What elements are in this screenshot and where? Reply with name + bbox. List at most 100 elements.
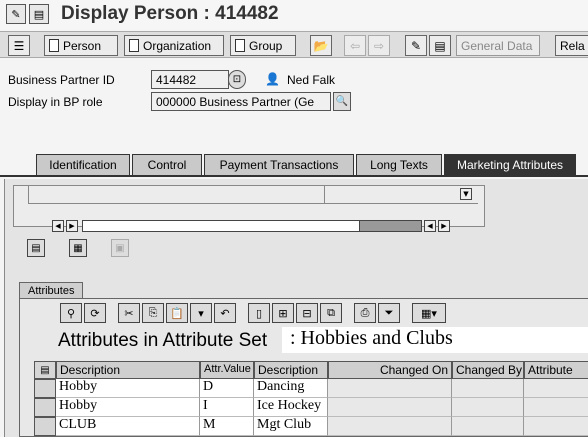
- table-cell-value-description: Ice Hockey: [254, 398, 328, 417]
- table-cell-attribute: [524, 379, 588, 398]
- person-button-label: Person: [63, 38, 102, 53]
- display-change-toggle-icon[interactable]: ✎: [405, 35, 427, 56]
- details-icon[interactable]: ▤: [27, 239, 45, 257]
- grid-row: [28, 188, 478, 204]
- scroll-down-icon[interactable]: ▼: [460, 188, 472, 200]
- row-selector[interactable]: [34, 379, 56, 398]
- table-cell-changed-on: [328, 417, 452, 436]
- paste-menu-icon[interactable]: ▾: [190, 303, 212, 323]
- table-cell-description: Hobby: [56, 398, 200, 417]
- table-cell-attr-value[interactable]: M: [200, 417, 254, 436]
- application-toolbar: ☰ Person Organization Group 📂 ⇦ ⇨ ✎ ▤ Ge…: [0, 31, 588, 58]
- other-object-icon[interactable]: ▤: [429, 35, 451, 56]
- disabled-action-icon[interactable]: ▣: [111, 239, 129, 257]
- attribute-set-grid: ▼ ◀ ▶ ◀ ▶: [13, 185, 485, 232]
- table-cell-attribute: [524, 417, 588, 436]
- document-list-icon[interactable]: ▦: [69, 239, 87, 257]
- attributes-section-tab[interactable]: Attributes: [19, 282, 84, 299]
- filter-funnel-icon[interactable]: ⏷: [378, 303, 400, 323]
- scroll-right-icon[interactable]: ▶: [438, 220, 450, 232]
- new-document-icon: [49, 39, 59, 52]
- refresh-icon[interactable]: ⟳: [84, 303, 106, 323]
- column-header-attr-value[interactable]: Attr.Value: [200, 361, 254, 379]
- next-arrow-icon[interactable]: ⇨: [368, 35, 390, 56]
- cut-icon[interactable]: ✂: [118, 303, 140, 323]
- tab-strip: Identification Control Payment Transacti…: [0, 122, 588, 177]
- general-data-button-label: General Data: [461, 38, 533, 53]
- tab-identification[interactable]: Identification: [36, 154, 130, 175]
- grid-divider: [28, 186, 29, 204]
- person-button[interactable]: Person: [44, 35, 118, 56]
- partner-name: Ned Falk: [287, 73, 336, 87]
- table-cell-changed-by: [452, 379, 524, 398]
- marketing-attributes-panel: ▼ ◀ ▶ ◀ ▶ ▤ ▦ ▣ Attributes ⚲ ⟳ ✂ ⎘ 📋 ▾ ↶…: [4, 179, 588, 437]
- attribute-set-value: : Hobbies and Clubs: [282, 327, 588, 353]
- table-cell-changed-by: [452, 417, 524, 436]
- search-icon[interactable]: 🔍: [333, 92, 351, 111]
- relationships-button[interactable]: Rela: [555, 35, 588, 56]
- new-document-icon: [129, 39, 139, 52]
- print-icon[interactable]: ⎙: [354, 303, 376, 323]
- title-icon-group: ✎ ▤: [6, 4, 49, 24]
- table-cell-description: Hobby: [56, 379, 200, 398]
- table-cell-changed-by: [452, 398, 524, 417]
- tab-long-texts[interactable]: Long Texts: [356, 154, 442, 175]
- layout-menu-icon[interactable]: ▦▾: [412, 303, 446, 323]
- grid-divider: [324, 186, 325, 204]
- page-title: Display Person : 414482: [61, 3, 279, 24]
- previous-arrow-icon[interactable]: ⇦: [344, 35, 366, 56]
- column-header-value-description[interactable]: Description: [254, 361, 328, 379]
- person-icon: 👤: [265, 72, 280, 86]
- table-cell-changed-on: [328, 379, 452, 398]
- open-details-icon[interactable]: ⊡: [228, 70, 246, 89]
- new-document-icon: [235, 39, 245, 52]
- column-header-changed-by[interactable]: Changed By: [452, 361, 524, 379]
- tab-marketing-attributes[interactable]: Marketing Attributes: [444, 154, 576, 175]
- new-entry-icon[interactable]: ▯: [248, 303, 270, 323]
- organization-button-label: Organization: [143, 38, 212, 53]
- bp-role-select[interactable]: 000000 Business Partner (Ge: [151, 92, 331, 111]
- undo-icon[interactable]: ↶: [214, 303, 236, 323]
- header-fields: Business Partner ID 414482 ⊡ 👤 Ned Falk …: [0, 60, 588, 122]
- bp-id-label: Business Partner ID: [8, 73, 115, 87]
- paste-icon[interactable]: 📋: [166, 303, 188, 323]
- display-change-icon[interactable]: ✎: [6, 4, 26, 24]
- column-header-description[interactable]: Description: [56, 361, 200, 379]
- horizontal-scrollbar[interactable]: [82, 220, 422, 232]
- insert-row-icon[interactable]: ⊞: [272, 303, 294, 323]
- organization-button[interactable]: Organization: [124, 35, 224, 56]
- table-cell-value-description: Dancing: [254, 379, 328, 398]
- tab-control[interactable]: Control: [132, 154, 202, 175]
- table-cell-changed-on: [328, 398, 452, 417]
- document-icon[interactable]: ▤: [29, 4, 49, 24]
- bp-role-label: Display in BP role: [8, 95, 103, 109]
- grid-title: Attributes in Attribute Set: [58, 330, 268, 351]
- group-button-label: Group: [249, 38, 283, 53]
- filter-icon[interactable]: ⚲: [60, 303, 82, 323]
- attributes-section: ⚲ ⟳ ✂ ⎘ 📋 ▾ ↶ ▯ ⊞ ⊟ ⧉ ⎙ ⏷ ▦▾ Attributes …: [19, 298, 588, 437]
- column-header-attribute[interactable]: Attribute: [524, 361, 588, 379]
- group-button[interactable]: Group: [230, 35, 296, 56]
- scroll-left-icon[interactable]: ◀: [424, 220, 436, 232]
- row-selector[interactable]: [34, 398, 56, 417]
- scrollbar-thumb[interactable]: [83, 221, 361, 231]
- table-cell-value-description: Mgt Club: [254, 417, 328, 436]
- table-cell-attr-value[interactable]: D: [200, 379, 254, 398]
- scroll-right-icon[interactable]: ▶: [66, 220, 78, 232]
- general-data-button[interactable]: General Data: [456, 35, 540, 56]
- row-selector[interactable]: [34, 417, 56, 436]
- delete-row-icon[interactable]: ⊟: [296, 303, 318, 323]
- duplicate-row-icon[interactable]: ⧉: [320, 303, 342, 323]
- table-cell-attr-value[interactable]: I: [200, 398, 254, 417]
- column-header-changed-on[interactable]: Changed On: [328, 361, 452, 379]
- scroll-left-icon[interactable]: ◀: [52, 220, 64, 232]
- table-cell-attribute: [524, 398, 588, 417]
- open-folder-icon[interactable]: 📂: [310, 35, 332, 56]
- select-all-icon[interactable]: ▤: [34, 361, 56, 379]
- bp-id-field[interactable]: 414482: [151, 70, 229, 89]
- toggle-list-icon[interactable]: ☰: [8, 35, 30, 56]
- copy-icon[interactable]: ⎘: [142, 303, 164, 323]
- title-bar: ✎ ▤ Display Person : 414482: [0, 0, 588, 30]
- table-cell-description: CLUB: [56, 417, 200, 436]
- tab-payment-transactions[interactable]: Payment Transactions: [204, 154, 354, 175]
